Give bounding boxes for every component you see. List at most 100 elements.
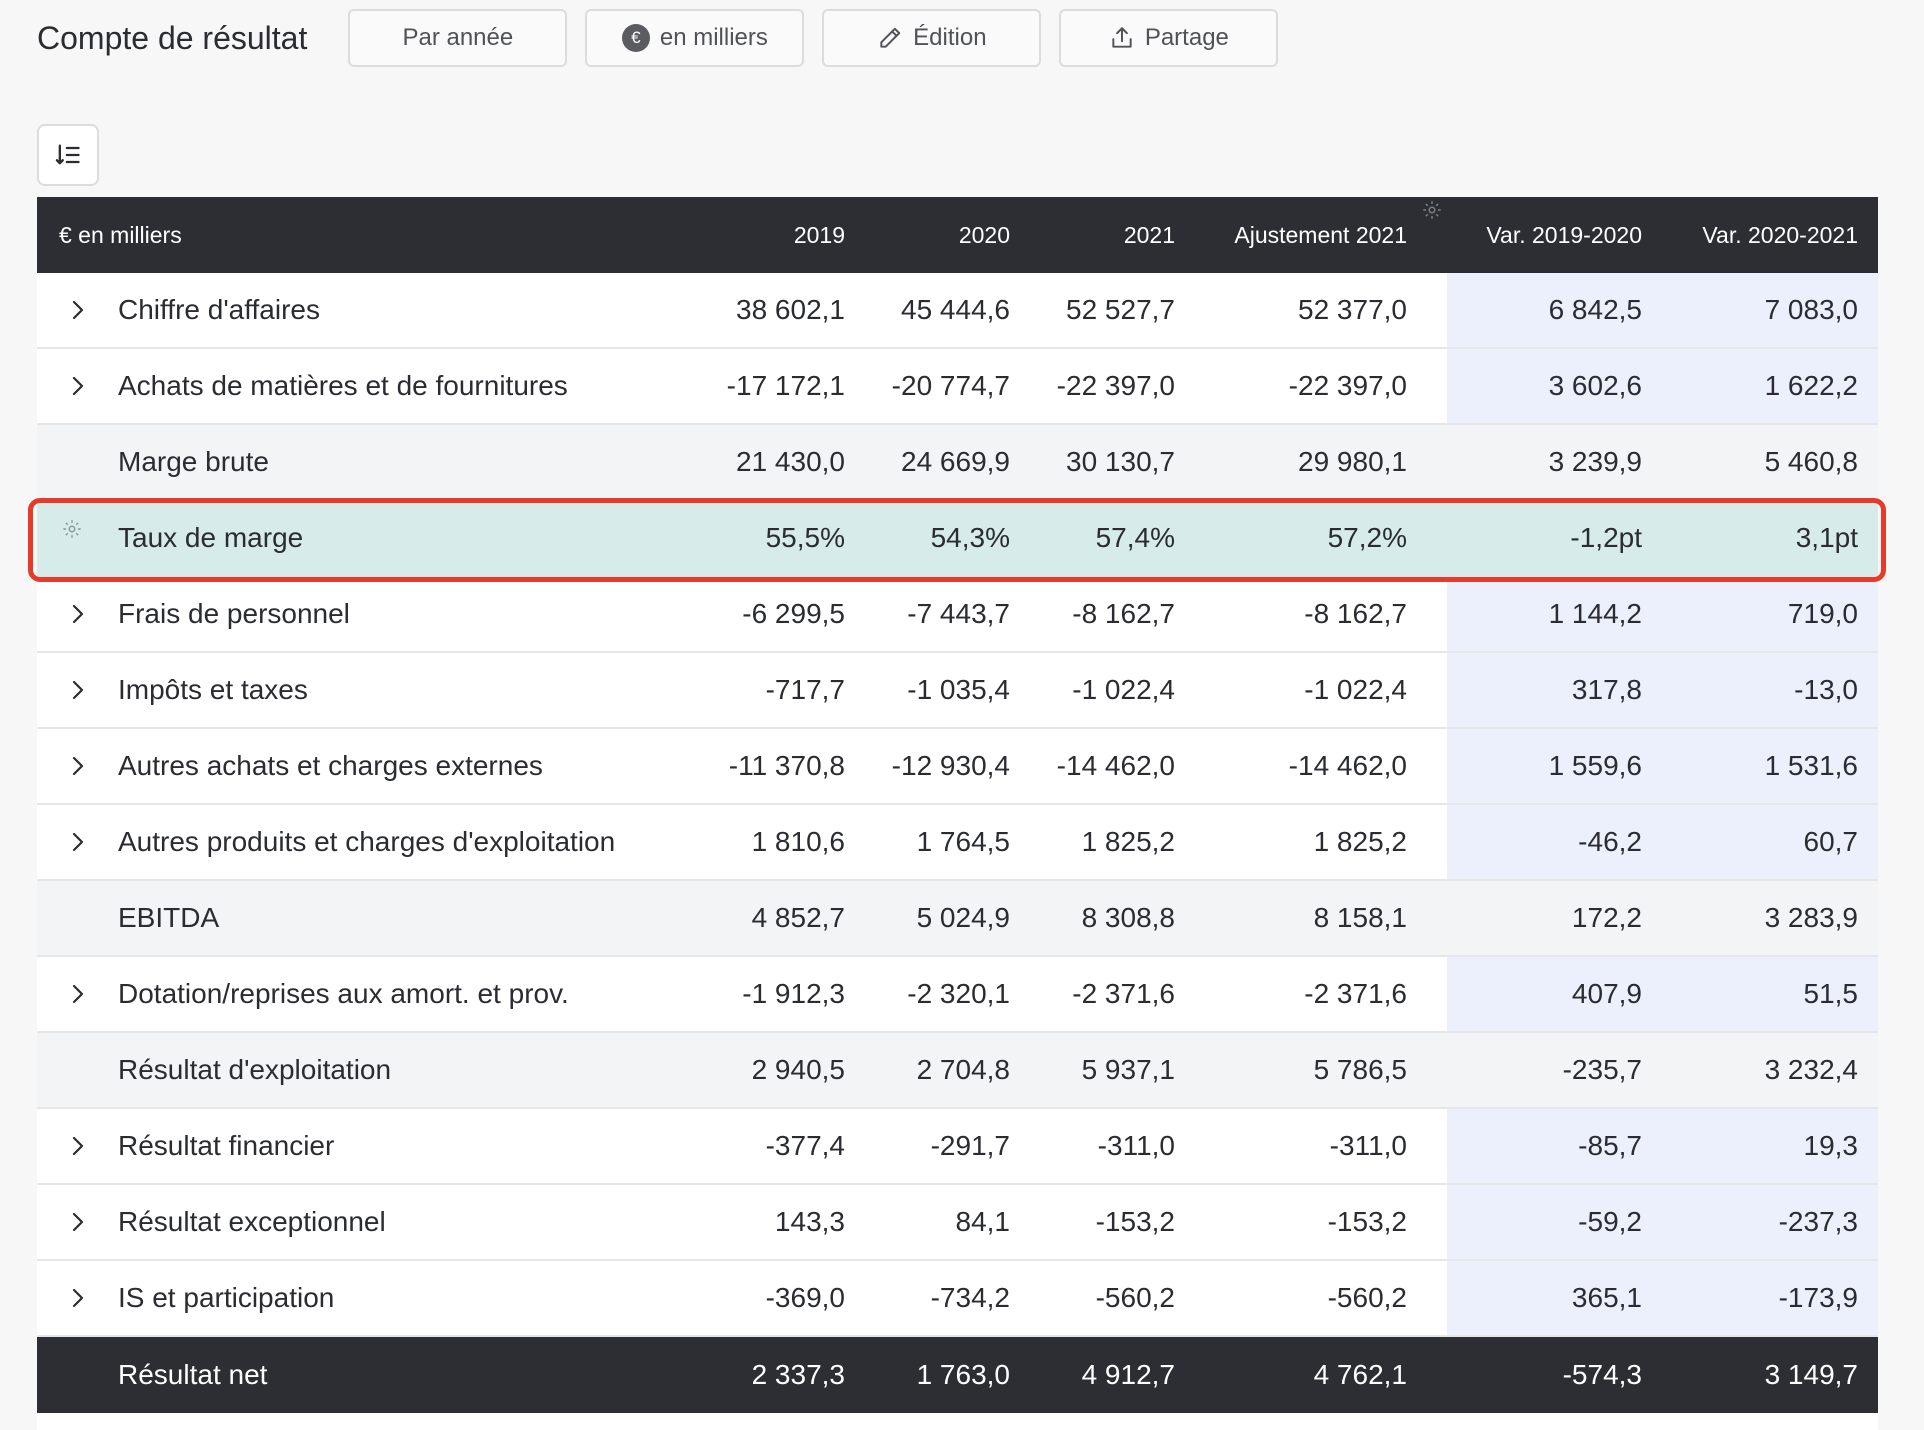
value-adjustment-2021[interactable]: -560,2 xyxy=(1193,1261,1427,1335)
column-header-adjustment[interactable]: Ajustement 2021 xyxy=(1193,197,1427,273)
value-adjustment-2021[interactable]: -1 022,4 xyxy=(1193,653,1427,727)
value-var-2019-2020[interactable]: -235,7 xyxy=(1447,1033,1662,1107)
value-var-2019-2020[interactable]: -1,2pt xyxy=(1447,501,1662,575)
value-var-2020-2021[interactable]: 19,3 xyxy=(1662,1109,1878,1183)
value-adjustment-2021[interactable]: 5 786,5 xyxy=(1193,1033,1427,1107)
value-2019[interactable]: -717,7 xyxy=(698,653,863,727)
value-2019[interactable]: 21 430,0 xyxy=(698,425,863,499)
value-2021[interactable]: 5 937,1 xyxy=(1028,1033,1193,1107)
value-2020[interactable]: -1 035,4 xyxy=(863,653,1028,727)
value-2020[interactable]: 45 444,6 xyxy=(863,273,1028,347)
value-var-2020-2021[interactable]: 5 460,8 xyxy=(1662,425,1878,499)
value-adjustment-2021[interactable]: 1 825,2 xyxy=(1193,805,1427,879)
value-var-2020-2021[interactable]: 3 283,9 xyxy=(1662,881,1878,955)
table-row[interactable]: Impôts et taxes -717,7 -1 035,4 -1 022,4 -1 … xyxy=(37,653,1878,729)
value-2019[interactable]: 2 337,3 xyxy=(698,1337,863,1413)
value-var-2019-2020[interactable]: -46,2 xyxy=(1447,805,1662,879)
table-row[interactable]: Autres produits et charges d'exploitatio… xyxy=(37,805,1878,881)
value-var-2019-2020[interactable]: 1 144,2 xyxy=(1447,577,1662,651)
value-var-2019-2020[interactable]: -85,7 xyxy=(1447,1109,1662,1183)
table-row[interactable]: IS et participation -369,0 -734,2 -560,2 -56… xyxy=(37,1261,1878,1337)
column-header-2021[interactable]: 2021 xyxy=(1028,197,1193,273)
value-2021[interactable]: -311,0 xyxy=(1028,1109,1193,1183)
value-var-2019-2020[interactable]: 407,9 xyxy=(1447,957,1662,1031)
value-var-2020-2021[interactable]: 719,0 xyxy=(1662,577,1878,651)
value-2020[interactable]: 1 763,0 xyxy=(863,1337,1028,1413)
value-2020[interactable]: 54,3% xyxy=(863,501,1028,575)
share-button[interactable]: Partage xyxy=(1059,9,1279,67)
value-var-2020-2021[interactable]: 3 149,7 xyxy=(1662,1337,1878,1413)
value-var-2020-2021[interactable]: 60,7 xyxy=(1662,805,1878,879)
value-2020[interactable]: 2 704,8 xyxy=(863,1033,1028,1107)
value-2019[interactable]: -17 172,1 xyxy=(698,349,863,423)
value-adjustment-2021[interactable]: 52 377,0 xyxy=(1193,273,1427,347)
value-var-2020-2021[interactable]: 1 531,6 xyxy=(1662,729,1878,803)
value-2019[interactable]: -377,4 xyxy=(698,1109,863,1183)
value-2021[interactable]: 1 825,2 xyxy=(1028,805,1193,879)
value-2020[interactable]: 84,1 xyxy=(863,1185,1028,1259)
sort-button[interactable] xyxy=(37,124,99,186)
value-2020[interactable]: 24 669,9 xyxy=(863,425,1028,499)
value-adjustment-2021[interactable]: -14 462,0 xyxy=(1193,729,1427,803)
value-adjustment-2021[interactable]: -2 371,6 xyxy=(1193,957,1427,1031)
value-var-2019-2020[interactable]: -59,2 xyxy=(1447,1185,1662,1259)
value-2019[interactable]: 1 810,6 xyxy=(698,805,863,879)
value-2019[interactable]: -6 299,5 xyxy=(698,577,863,651)
table-row[interactable]: Résultat exceptionnel 143,3 84,1 -153,2 -153… xyxy=(37,1185,1878,1261)
value-2021[interactable]: 8 308,8 xyxy=(1028,881,1193,955)
value-2019[interactable]: 2 940,5 xyxy=(698,1033,863,1107)
value-var-2019-2020[interactable]: 1 559,6 xyxy=(1447,729,1662,803)
value-2020[interactable]: 1 764,5 xyxy=(863,805,1028,879)
value-adjustment-2021[interactable]: 29 980,1 xyxy=(1193,425,1427,499)
value-2020[interactable]: 5 024,9 xyxy=(863,881,1028,955)
value-2019[interactable]: -11 370,8 xyxy=(698,729,863,803)
table-row[interactable]: Chiffre d'affaires 38 602,1 45 444,6 52 527… xyxy=(37,273,1878,349)
column-header-var-2020-2021[interactable]: Var. 2020-2021 xyxy=(1662,197,1878,273)
table-row[interactable]: Frais de personnel -6 299,5 -7 443,7 -8 162… xyxy=(37,577,1878,653)
column-header-2020[interactable]: 2020 xyxy=(863,197,1028,273)
value-2021[interactable]: -2 371,6 xyxy=(1028,957,1193,1031)
value-2020[interactable]: -20 774,7 xyxy=(863,349,1028,423)
value-var-2019-2020[interactable]: 172,2 xyxy=(1447,881,1662,955)
table-row[interactable]: Dotation/reprises aux amort. et prov. -1 … xyxy=(37,957,1878,1033)
value-var-2019-2020[interactable]: -574,3 xyxy=(1447,1337,1662,1413)
value-var-2020-2021[interactable]: 3,1pt xyxy=(1662,501,1878,575)
value-2021[interactable]: -22 397,0 xyxy=(1028,349,1193,423)
value-var-2019-2020[interactable]: 6 842,5 xyxy=(1447,273,1662,347)
gear-icon[interactable] xyxy=(1421,199,1443,221)
table-row[interactable]: Achats de matières et de fournitures -17 … xyxy=(37,349,1878,425)
value-2019[interactable]: -1 912,3 xyxy=(698,957,863,1031)
value-var-2020-2021[interactable]: 7 083,0 xyxy=(1662,273,1878,347)
unit-button[interactable]: € en milliers xyxy=(585,9,805,67)
value-2019[interactable]: -369,0 xyxy=(698,1261,863,1335)
value-adjustment-2021[interactable]: -311,0 xyxy=(1193,1109,1427,1183)
value-2021[interactable]: -8 162,7 xyxy=(1028,577,1193,651)
value-adjustment-2021[interactable]: -22 397,0 xyxy=(1193,349,1427,423)
value-2021[interactable]: 4 912,7 xyxy=(1028,1337,1193,1413)
table-row[interactable]: Autres achats et charges externes -11 370… xyxy=(37,729,1878,805)
value-var-2019-2020[interactable]: 3 239,9 xyxy=(1447,425,1662,499)
value-adjustment-2021[interactable]: 4 762,1 xyxy=(1193,1337,1427,1413)
value-2021[interactable]: -1 022,4 xyxy=(1028,653,1193,727)
value-var-2020-2021[interactable]: -13,0 xyxy=(1662,653,1878,727)
value-var-2020-2021[interactable]: -237,3 xyxy=(1662,1185,1878,1259)
value-2020[interactable]: -7 443,7 xyxy=(863,577,1028,651)
value-2019[interactable]: 4 852,7 xyxy=(698,881,863,955)
value-2020[interactable]: -12 930,4 xyxy=(863,729,1028,803)
value-adjustment-2021[interactable]: -8 162,7 xyxy=(1193,577,1427,651)
value-var-2020-2021[interactable]: 1 622,2 xyxy=(1662,349,1878,423)
value-2021[interactable]: 52 527,7 xyxy=(1028,273,1193,347)
value-var-2020-2021[interactable]: 3 232,4 xyxy=(1662,1033,1878,1107)
value-adjustment-2021[interactable]: 57,2% xyxy=(1193,501,1427,575)
period-button[interactable]: Par année xyxy=(348,9,568,67)
edit-button[interactable]: Édition xyxy=(822,9,1042,67)
value-2020[interactable]: -2 320,1 xyxy=(863,957,1028,1031)
value-2021[interactable]: -153,2 xyxy=(1028,1185,1193,1259)
value-2020[interactable]: -291,7 xyxy=(863,1109,1028,1183)
value-2021[interactable]: 57,4% xyxy=(1028,501,1193,575)
value-var-2019-2020[interactable]: 365,1 xyxy=(1447,1261,1662,1335)
value-2019[interactable]: 55,5% xyxy=(698,501,863,575)
column-header-2019[interactable]: 2019 xyxy=(698,197,863,273)
table-row[interactable]: Résultat financier -377,4 -291,7 -311,0 -311… xyxy=(37,1109,1878,1185)
column-header-var-2019-2020[interactable]: Var. 2019-2020 xyxy=(1447,197,1662,273)
